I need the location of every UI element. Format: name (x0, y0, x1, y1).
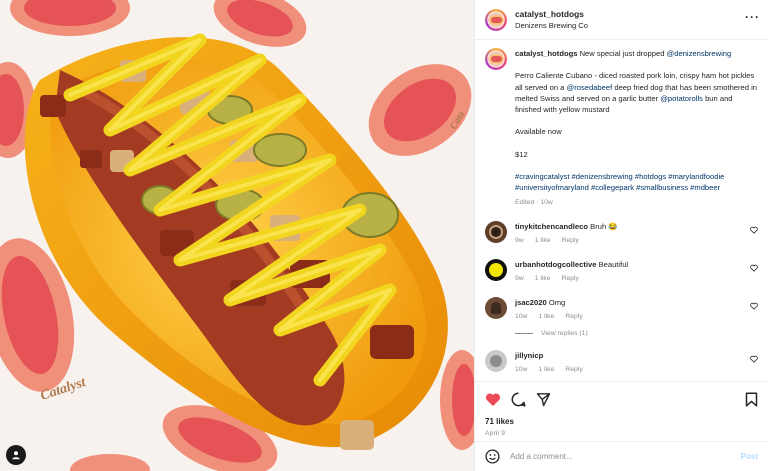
mention-rosedabeef[interactable]: @rosedabeef (567, 83, 613, 92)
comment-text: Beautiful (598, 259, 629, 269)
comment-username[interactable]: urbanhotdogcollective (515, 260, 596, 269)
comment-likes[interactable]: 1 like (538, 364, 554, 375)
like-comment-heart-icon[interactable] (750, 355, 758, 363)
comment-icon[interactable] (511, 391, 526, 407)
save-bookmark-icon[interactable] (745, 391, 758, 407)
comment-item: urbanhotdogcollective Beautiful 9w 1 lik… (485, 258, 758, 284)
view-replies-line (515, 332, 533, 334)
view-replies-label: View replies (1) (541, 329, 588, 337)
comment-username[interactable]: jillynicp (515, 351, 543, 360)
like-comment-heart-icon[interactable] (750, 226, 758, 234)
like-heart-icon[interactable] (485, 392, 501, 407)
commenter-avatar[interactable] (485, 220, 507, 243)
tagged-users-button[interactable] (6, 445, 26, 465)
comment-time: 9w (515, 236, 524, 244)
author-avatar[interactable] (485, 8, 507, 31)
comments-scroll-area[interactable]: catalyst_hotdogs New special just droppe… (475, 40, 768, 381)
comment-likes[interactable]: 1 like (538, 311, 554, 322)
comment-likes[interactable]: 1 like (535, 235, 551, 246)
caption-hashtags[interactable]: #cravingcatalyst #denizensbrewing #hotdo… (515, 171, 758, 194)
comment-item: tinykitchencandleco Bruh 😂 9w 1 like Rep… (485, 220, 758, 246)
caption-price: $12 (515, 149, 528, 159)
author-username[interactable]: catalyst_hotdogs (515, 8, 588, 20)
caption-avatar[interactable] (485, 48, 507, 70)
post-comment-button[interactable]: Post (741, 452, 758, 461)
comment-time: 10w (515, 365, 528, 373)
like-comment-heart-icon[interactable] (750, 302, 758, 310)
caption-availability: Available now (515, 127, 562, 137)
hot-dog-photo: Catalyst Cata (0, 0, 474, 471)
post-details-panel: catalyst_hotdogs Denizens Brewing Co ···… (474, 0, 768, 471)
commenter-avatar[interactable] (485, 258, 507, 281)
comment-likes[interactable]: 1 like (535, 273, 551, 284)
more-options-icon[interactable]: ··· (745, 11, 760, 23)
comment-text: Omg (548, 297, 566, 307)
commenter-avatar[interactable] (485, 349, 507, 372)
user-icon (12, 451, 20, 460)
emoji-icon[interactable] (485, 449, 500, 464)
caption-line-1-text: New special just dropped (579, 49, 667, 58)
view-replies-button[interactable]: View replies (1) (515, 330, 758, 337)
post-location[interactable]: Denizens Brewing Co (515, 20, 588, 32)
post-header: catalyst_hotdogs Denizens Brewing Co ··· (475, 0, 768, 40)
comment-time: 10w (515, 312, 528, 320)
comment-username[interactable]: jsac2020 (515, 298, 547, 307)
post-image[interactable]: Catalyst Cata (0, 0, 474, 471)
comment-item: jillynicp 10w 1 like Reply (485, 349, 758, 375)
post-actions: 71 likes April 9 Add a comment... Post (475, 381, 768, 471)
post-date: April 9 (485, 430, 506, 437)
comment-time: 9w (515, 274, 524, 282)
share-icon[interactable] (536, 392, 551, 407)
caption-edited-time: Edited · 10w (515, 198, 553, 206)
mention-potatorolls[interactable]: @potatorolls (660, 94, 703, 103)
comment-text: Bruh 😂 (590, 221, 618, 231)
reply-button[interactable]: Reply (565, 311, 582, 322)
reply-button[interactable]: Reply (565, 364, 582, 375)
reply-button[interactable]: Reply (562, 235, 579, 246)
commenter-avatar[interactable] (485, 296, 507, 319)
mention-denizensbrewing[interactable]: @denizensbrewing (667, 49, 732, 58)
like-comment-heart-icon[interactable] (750, 264, 758, 272)
comment-item: jsac2020 Omg 10w 1 like Reply (485, 296, 758, 322)
add-comment-input[interactable]: Add a comment... (510, 452, 741, 461)
like-count[interactable]: 71 likes (485, 417, 758, 426)
comment-username[interactable]: tinykitchencandleco (515, 222, 588, 231)
post-caption: catalyst_hotdogs New special just droppe… (485, 48, 758, 208)
add-comment-bar: Add a comment... Post (475, 441, 768, 471)
caption-username[interactable]: catalyst_hotdogs (515, 49, 577, 58)
instagram-post: Catalyst Cata catalyst_hotdogs Denizens … (0, 0, 768, 471)
reply-button[interactable]: Reply (562, 273, 579, 284)
